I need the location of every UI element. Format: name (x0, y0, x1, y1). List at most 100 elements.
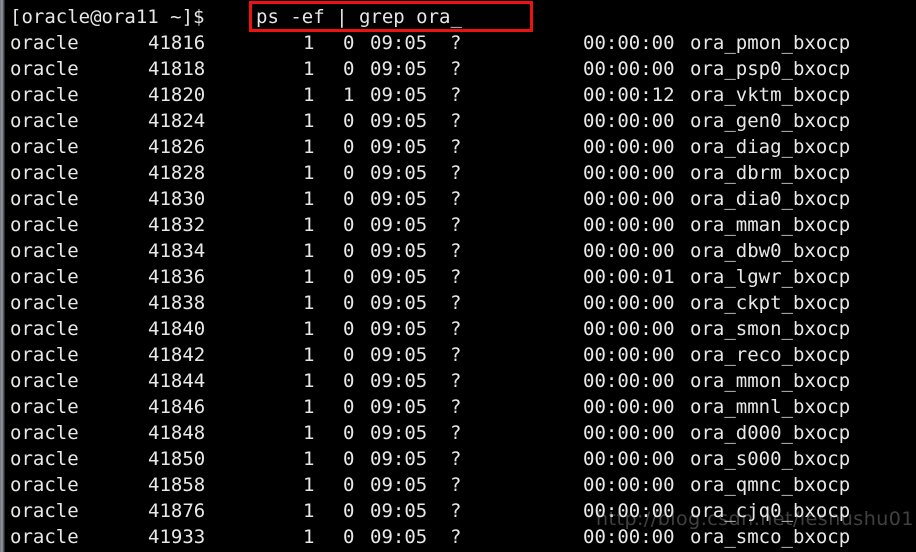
process-tty: ? (450, 84, 462, 106)
process-user: oracle (10, 240, 79, 262)
process-command: ora_gen0_bxocp (690, 110, 851, 132)
process-tty: ? (450, 370, 462, 392)
process-pid: 41846 (148, 396, 206, 418)
process-cpu: 0 (343, 474, 355, 496)
process-command: ora_reco_bxocp (690, 344, 851, 366)
process-stime: 09:05 (370, 344, 428, 366)
process-stime: 09:05 (370, 396, 428, 418)
process-time: 00:00:00 (583, 32, 675, 54)
process-time: 00:00:00 (583, 422, 675, 444)
process-tty: ? (450, 344, 462, 366)
process-time: 00:00:00 (583, 448, 675, 470)
process-ppid: 1 (303, 136, 315, 158)
process-time: 00:00:00 (583, 214, 675, 236)
process-tty: ? (450, 292, 462, 314)
process-row: oracle 41840 1 0 09:05? 00:00:00 ora_smon_bxoc… (0, 316, 916, 342)
process-cpu: 0 (343, 32, 355, 54)
process-cpu: 0 (343, 214, 355, 236)
process-pid: 41842 (148, 344, 206, 366)
process-row: oracle 41824 1 0 09:05? 00:00:00 ora_gen0_bxoc… (0, 108, 916, 134)
process-command: ora_dbrm_bxocp (690, 162, 851, 184)
terminal-screen[interactable]: [oracle@ora11 ~]$ ps -ef | grep ora_ ora… (0, 0, 916, 552)
process-stime: 09:05 (370, 84, 428, 106)
process-user: oracle (10, 110, 79, 132)
process-row: oracle 41876 1 0 09:05? 00:00:00 ora_cjq0_bxoc… (0, 498, 916, 524)
process-time: 00:00:00 (583, 162, 675, 184)
process-user: oracle (10, 396, 79, 418)
process-cpu: 0 (343, 240, 355, 262)
process-tty: ? (450, 136, 462, 158)
process-stime: 09:05 (370, 240, 428, 262)
process-cpu: 0 (343, 136, 355, 158)
process-stime: 09:05 (370, 448, 428, 470)
process-time: 00:00:12 (583, 84, 675, 106)
process-tty: ? (450, 474, 462, 496)
process-pid: 41844 (148, 370, 206, 392)
process-user: oracle (10, 162, 79, 184)
process-user: oracle (10, 474, 79, 496)
process-ppid: 1 (303, 84, 315, 106)
process-ppid: 1 (303, 162, 315, 184)
process-time: 00:00:00 (583, 292, 675, 314)
process-tty: ? (450, 448, 462, 470)
process-list: oracle 41816 1 0 09:05? 00:00:00 ora_pmon_bxoc… (0, 30, 916, 550)
process-row: oracle 41850 1 0 09:05? 00:00:00 ora_s000_bxoc… (0, 446, 916, 472)
process-cpu: 0 (343, 292, 355, 314)
terminal-window[interactable]: [oracle@ora11 ~]$ ps -ef | grep ora_ ora… (0, 0, 916, 552)
process-row: oracle 41826 1 0 09:05? 00:00:00 ora_diag_bxoc… (0, 134, 916, 160)
process-tty: ? (450, 500, 462, 522)
process-command: ora_diag_bxocp (690, 136, 851, 158)
process-ppid: 1 (303, 110, 315, 132)
process-command: ora_pmon_bxocp (690, 32, 851, 54)
process-cpu: 0 (343, 58, 355, 80)
process-tty: ? (450, 58, 462, 80)
process-ppid: 1 (303, 214, 315, 236)
process-user: oracle (10, 266, 79, 288)
process-user: oracle (10, 448, 79, 470)
process-command: ora_vktm_bxocp (690, 84, 851, 106)
shell-prompt: [oracle@ora11 ~]$ (10, 6, 205, 28)
process-command: ora_d000_bxocp (690, 422, 851, 444)
process-row: oracle 41838 1 0 09:05? 00:00:00 ora_ckpt_bxoc… (0, 290, 916, 316)
process-cpu: 0 (343, 110, 355, 132)
process-time: 00:00:00 (583, 240, 675, 262)
process-time: 00:00:00 (583, 526, 675, 548)
process-cpu: 0 (343, 344, 355, 366)
process-cpu: 0 (343, 500, 355, 522)
process-pid: 41838 (148, 292, 206, 314)
process-user: oracle (10, 526, 79, 548)
process-stime: 09:05 (370, 266, 428, 288)
process-row: oracle 41933 1 0 09:05? 00:00:00 ora_smco_bxoc… (0, 524, 916, 550)
process-row: oracle 41828 1 0 09:05? 00:00:00 ora_dbrm_bxoc… (0, 160, 916, 186)
process-row: oracle 41846 1 0 09:05? 00:00:00 ora_mmnl_bxoc… (0, 394, 916, 420)
process-time: 00:00:00 (583, 344, 675, 366)
process-ppid: 1 (303, 318, 315, 340)
process-tty: ? (450, 162, 462, 184)
process-command: ora_smon_bxocp (690, 318, 851, 340)
process-pid: 41824 (148, 110, 206, 132)
process-row: oracle 41836 1 0 09:05? 00:00:01 ora_lgwr_bxoc… (0, 264, 916, 290)
process-tty: ? (450, 422, 462, 444)
process-stime: 09:05 (370, 370, 428, 392)
process-command: ora_mmon_bxocp (690, 370, 851, 392)
process-time: 00:00:00 (583, 500, 675, 522)
typed-command[interactable]: ps -ef | grep ora_ (256, 4, 462, 30)
process-stime: 09:05 (370, 136, 428, 158)
process-tty: ? (450, 110, 462, 132)
process-cpu: 0 (343, 422, 355, 444)
process-ppid: 1 (303, 188, 315, 210)
process-command: ora_ckpt_bxocp (690, 292, 851, 314)
process-tty: ? (450, 32, 462, 54)
process-cpu: 0 (343, 526, 355, 548)
process-row: oracle 41830 1 0 09:05? 00:00:00 ora_dia0_bxoc… (0, 186, 916, 212)
process-row: oracle 41842 1 0 09:05? 00:00:00 ora_reco_bxoc… (0, 342, 916, 368)
process-cpu: 0 (343, 162, 355, 184)
process-ppid: 1 (303, 448, 315, 470)
process-user: oracle (10, 344, 79, 366)
process-row: oracle 41820 1 1 09:05? 00:00:12 ora_vktm_bxoc… (0, 82, 916, 108)
process-time: 00:00:00 (583, 474, 675, 496)
process-pid: 41850 (148, 448, 206, 470)
process-user: oracle (10, 58, 79, 80)
process-row: oracle 41818 1 0 09:05? 00:00:00 ora_psp0_bxoc… (0, 56, 916, 82)
process-command: ora_s000_bxocp (690, 448, 851, 470)
